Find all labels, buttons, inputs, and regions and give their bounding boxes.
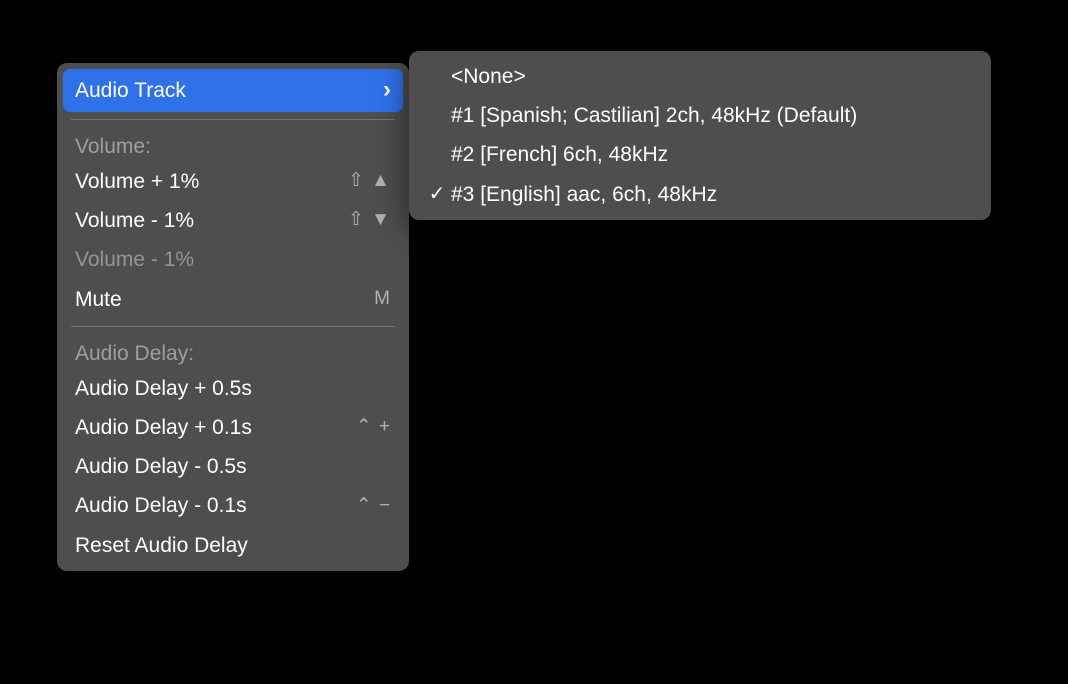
menu-item-mute[interactable]: Mute M xyxy=(57,280,409,319)
menu-item-delay-minus-05[interactable]: Audio Delay - 0.5s xyxy=(57,447,409,486)
menu-item-audio-track[interactable]: Audio Track › xyxy=(63,69,403,112)
track-option-1[interactable]: #1 [Spanish; Castilian] 2ch, 48kHz (Defa… xyxy=(409,96,991,135)
track-label: #3 [English] aac, 6ch, 48kHz xyxy=(451,182,717,207)
submenu-chevron-icon: › xyxy=(383,76,391,105)
track-label: #1 [Spanish; Castilian] 2ch, 48kHz (Defa… xyxy=(451,103,857,128)
menu-item-label: Reset Audio Delay xyxy=(75,533,248,558)
menu-item-delay-minus-01[interactable]: Audio Delay - 0.1s ⌃ − xyxy=(57,486,409,525)
menu-item-delay-plus-05[interactable]: Audio Delay + 0.5s xyxy=(57,369,409,408)
menu-item-volume-down[interactable]: Volume - 1% ⇧ ▼ xyxy=(57,201,409,240)
menu-item-volume-up[interactable]: Volume + 1% ⇧ ▲ xyxy=(57,162,409,201)
menu-item-label: Volume - 1% xyxy=(75,208,194,233)
audio-delay-section-header: Audio Delay: xyxy=(57,334,409,369)
track-option-3[interactable]: ✓ #3 [English] aac, 6ch, 48kHz xyxy=(409,175,991,214)
track-option-none[interactable]: <None> xyxy=(409,57,991,96)
menu-item-label: Audio Delay - 0.5s xyxy=(75,454,247,479)
track-label: #2 [French] 6ch, 48kHz xyxy=(451,142,668,167)
menu-item-reset-delay[interactable]: Reset Audio Delay xyxy=(57,526,409,565)
menu-item-label: Volume + 1% xyxy=(75,169,199,194)
menu-item-volume-down-disabled: Volume - 1% xyxy=(57,240,409,279)
menu-item-label: Mute xyxy=(75,287,122,312)
checkmark-icon: ✓ xyxy=(423,182,451,206)
menu-separator xyxy=(71,119,395,120)
shortcut-ctrl-plus-icon: ⌃ + xyxy=(356,416,391,439)
volume-section-header: Volume: xyxy=(57,127,409,162)
shortcut-shift-down-icon: ⇧ ▼ xyxy=(348,209,391,232)
menu-item-label: Audio Track xyxy=(75,78,186,103)
menu-item-label: Audio Delay + 0.5s xyxy=(75,376,252,401)
menu-item-label: Audio Delay + 0.1s xyxy=(75,415,252,440)
menu-item-delay-plus-01[interactable]: Audio Delay + 0.1s ⌃ + xyxy=(57,408,409,447)
shortcut-mute: M xyxy=(374,288,391,311)
menu-item-label: Audio Delay - 0.1s xyxy=(75,493,247,518)
track-label: <None> xyxy=(451,64,526,89)
menu-item-label: Volume - 1% xyxy=(75,247,194,272)
shortcut-ctrl-minus-icon: ⌃ − xyxy=(356,495,391,518)
shortcut-shift-up-icon: ⇧ ▲ xyxy=(348,170,391,193)
track-option-2[interactable]: #2 [French] 6ch, 48kHz xyxy=(409,135,991,174)
audio-track-submenu: <None> #1 [Spanish; Castilian] 2ch, 48kH… xyxy=(409,51,991,220)
audio-context-menu: Audio Track › Volume: Volume + 1% ⇧ ▲ Vo… xyxy=(57,63,409,571)
menu-separator xyxy=(71,326,395,327)
